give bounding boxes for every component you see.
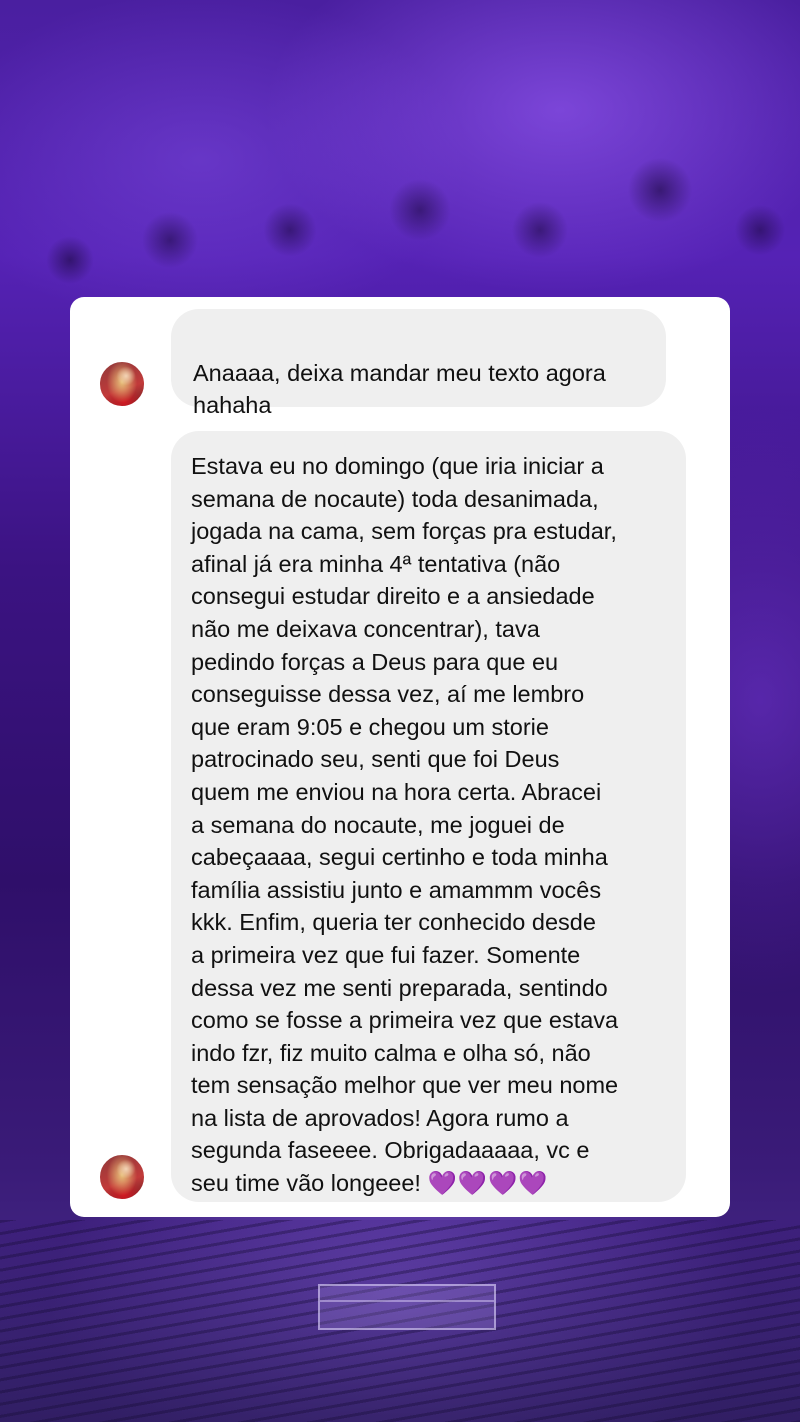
message-text: Estava eu no domingo (que iria iniciar a… bbox=[191, 453, 619, 1197]
avatar[interactable] bbox=[98, 1153, 146, 1201]
crowd-silhouette bbox=[0, 60, 800, 300]
avatar[interactable] bbox=[98, 360, 146, 408]
message-bubble[interactable]: Anaaaa, deixa mandar meu texto agora hah… bbox=[171, 309, 666, 418]
message-bubble[interactable]: Estava eu no domingo (que iria iniciar a… bbox=[171, 431, 686, 1202]
message-text: Anaaaa, deixa mandar meu texto agora hah… bbox=[193, 359, 606, 419]
chat-card: Anaaaa, deixa mandar meu texto agora hah… bbox=[70, 297, 730, 1217]
purple-heart-emoji: 💜💜💜💜 bbox=[427, 1170, 549, 1197]
octagon-cage bbox=[318, 1284, 496, 1330]
